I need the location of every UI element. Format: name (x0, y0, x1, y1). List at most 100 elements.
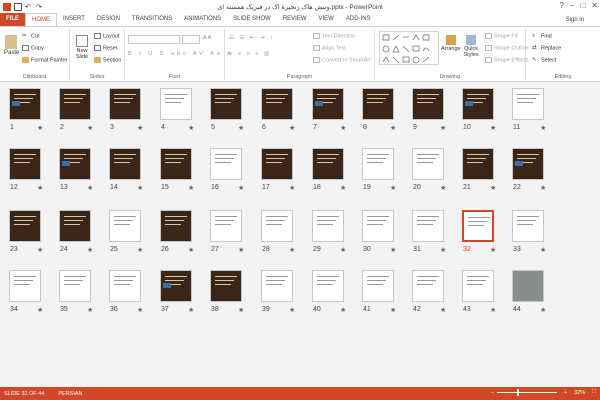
restore-icon[interactable]: □ (580, 1, 585, 10)
slide-thumbnail[interactable] (412, 270, 444, 302)
slide-thumbnail[interactable] (109, 270, 141, 302)
transition-star-icon[interactable]: ★ (440, 184, 446, 192)
language-indicator[interactable]: PERSIAN (58, 391, 82, 397)
new-slide-button[interactable]: New Slide (73, 35, 91, 60)
transition-star-icon[interactable]: ★ (440, 124, 446, 132)
tab-insert[interactable]: INSERT (57, 13, 91, 26)
slide-thumbnail[interactable] (261, 88, 293, 120)
transition-star-icon[interactable]: ★ (87, 306, 93, 314)
tab-file[interactable]: FILE (0, 13, 25, 26)
tab-view[interactable]: VIEW (313, 13, 340, 26)
font-name-combo[interactable] (128, 35, 180, 44)
reset-button[interactable]: Reset (94, 45, 117, 51)
shape-fill-button[interactable]: Shape Fill (485, 33, 518, 39)
slide-thumbnail[interactable] (362, 148, 394, 180)
copy-button[interactable]: Copy (22, 45, 44, 51)
slide-thumbnail[interactable] (59, 270, 91, 302)
transition-star-icon[interactable]: ★ (289, 246, 295, 254)
transition-star-icon[interactable]: ★ (238, 124, 244, 132)
transition-star-icon[interactable]: ★ (289, 184, 295, 192)
paste-button[interactable]: Paste (4, 35, 19, 56)
transition-star-icon[interactable]: ★ (87, 124, 93, 132)
find-button[interactable]: ⌕ Find (532, 33, 552, 39)
replace-button[interactable]: ⇄ Replace (532, 45, 561, 51)
slide-thumbnail[interactable] (9, 210, 41, 242)
align-text-button[interactable]: Align Text (313, 45, 346, 51)
help-icon[interactable]: ? (560, 1, 564, 10)
transition-star-icon[interactable]: ★ (390, 124, 396, 132)
transition-star-icon[interactable]: ★ (340, 124, 346, 132)
slide-thumbnail[interactable] (9, 270, 41, 302)
slide-thumbnail[interactable] (9, 88, 41, 120)
transition-star-icon[interactable]: ★ (490, 184, 496, 192)
layout-button[interactable]: Layout (94, 33, 120, 39)
tab-home[interactable]: HOME (25, 13, 57, 26)
transition-star-icon[interactable]: ★ (137, 184, 143, 192)
shapes-gallery[interactable] (379, 31, 439, 65)
cut-button[interactable]: ✂ Cut (22, 33, 40, 39)
transition-star-icon[interactable]: ★ (137, 246, 143, 254)
transition-star-icon[interactable]: ★ (490, 124, 496, 132)
slide-thumbnail[interactable] (160, 270, 192, 302)
transition-star-icon[interactable]: ★ (188, 124, 194, 132)
select-button[interactable]: ↖ Select (532, 57, 556, 63)
transition-star-icon[interactable]: ★ (238, 246, 244, 254)
quick-styles-button[interactable]: Quick Styles (460, 35, 482, 58)
zoom-in-icon[interactable]: + (564, 390, 567, 396)
transition-star-icon[interactable]: ★ (390, 306, 396, 314)
slide-thumbnail[interactable] (109, 88, 141, 120)
shape-outline-button[interactable]: Shape Outline (485, 45, 529, 51)
transition-star-icon[interactable]: ★ (540, 246, 546, 254)
transition-star-icon[interactable]: ★ (340, 246, 346, 254)
tab-design[interactable]: DESIGN (91, 13, 126, 26)
slide-thumbnail[interactable] (59, 88, 91, 120)
transition-star-icon[interactable]: ★ (238, 184, 244, 192)
slide-thumbnail[interactable] (412, 210, 444, 242)
transition-star-icon[interactable]: ★ (340, 306, 346, 314)
transition-star-icon[interactable]: ★ (37, 184, 43, 192)
zoom-out-icon[interactable]: – (491, 390, 494, 396)
slide-thumbnail[interactable] (312, 88, 344, 120)
zoom-slider[interactable] (496, 389, 557, 396)
transition-star-icon[interactable]: ★ (137, 306, 143, 314)
slide-thumbnail[interactable] (210, 88, 242, 120)
slide-thumbnail[interactable] (312, 210, 344, 242)
tab-transitions[interactable]: TRANSITIONS (126, 13, 178, 26)
tab-slide-show[interactable]: SLIDE SHOW (227, 13, 277, 26)
slide-thumbnail[interactable] (362, 88, 394, 120)
list-buttons[interactable]: ☰ ☰ ⇤ ⇥ ↕ (229, 35, 275, 41)
arrange-button[interactable]: Arrange (441, 35, 461, 52)
transition-star-icon[interactable]: ★ (490, 306, 496, 314)
slide-thumbnail[interactable] (312, 270, 344, 302)
zoom-slider-knob[interactable] (516, 389, 519, 396)
transition-star-icon[interactable]: ★ (540, 124, 546, 132)
transition-star-icon[interactable]: ★ (37, 306, 43, 314)
transition-star-icon[interactable]: ★ (440, 246, 446, 254)
slide-thumbnail[interactable] (512, 148, 544, 180)
text-direction-button[interactable]: Text Direction (313, 33, 355, 39)
font-format-buttons[interactable]: B I U S abc AV Aa A (128, 51, 234, 57)
zoom-level[interactable]: 32% (574, 390, 585, 396)
transition-star-icon[interactable]: ★ (37, 124, 43, 132)
transition-star-icon[interactable]: ★ (238, 306, 244, 314)
transition-star-icon[interactable]: ★ (540, 306, 546, 314)
tab-review[interactable]: REVIEW (277, 13, 313, 26)
slide-thumbnail[interactable] (412, 88, 444, 120)
slide-thumbnail[interactable] (160, 148, 192, 180)
transition-star-icon[interactable]: ★ (390, 246, 396, 254)
transition-star-icon[interactable]: ★ (37, 246, 43, 254)
transition-star-icon[interactable]: ★ (289, 306, 295, 314)
slide-thumbnail[interactable] (160, 210, 192, 242)
slide-thumbnail[interactable] (462, 270, 494, 302)
tab-animations[interactable]: ANIMATIONS (178, 13, 227, 26)
transition-star-icon[interactable]: ★ (440, 306, 446, 314)
transition-star-icon[interactable]: ★ (137, 124, 143, 132)
transition-star-icon[interactable]: ★ (289, 124, 295, 132)
slide-thumbnail[interactable] (462, 88, 494, 120)
slide-thumbnail[interactable] (261, 270, 293, 302)
slide-thumbnail[interactable] (210, 148, 242, 180)
slide-thumbnail[interactable] (512, 210, 544, 242)
transition-star-icon[interactable]: ★ (87, 246, 93, 254)
slide-thumbnail[interactable] (210, 210, 242, 242)
transition-star-icon[interactable]: ★ (490, 246, 496, 254)
